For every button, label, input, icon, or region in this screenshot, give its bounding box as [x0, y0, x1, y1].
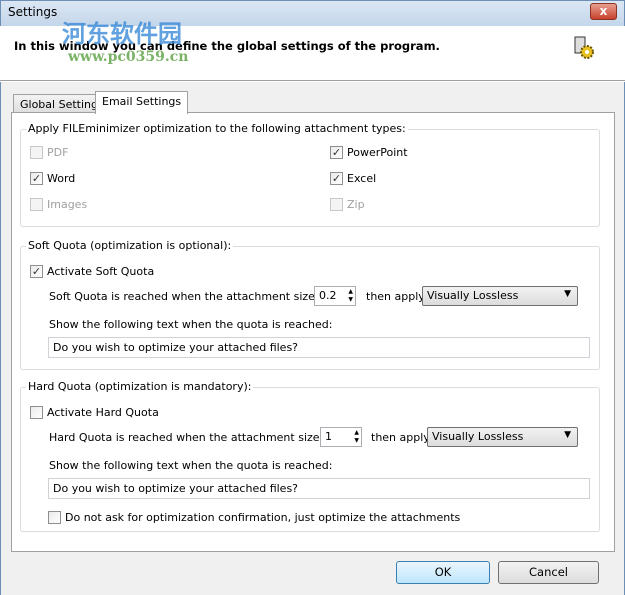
- checkbox-label: Activate Soft Quota: [47, 265, 155, 278]
- no-confirmation-checkbox[interactable]: Do not ask for optimization confirmation…: [48, 511, 460, 524]
- soft-text-input[interactable]: Do you wish to optimize your attached fi…: [48, 337, 590, 358]
- hard-size-spinner[interactable]: 1 ▲ ▼: [320, 427, 362, 447]
- spinner-arrows-icon[interactable]: ▲ ▼: [354, 429, 359, 445]
- ok-button[interactable]: OK: [396, 561, 490, 584]
- soft-text-label: Show the following text when the quota i…: [49, 318, 333, 331]
- hard-method-select[interactable]: Visually Lossless ▼: [427, 427, 578, 447]
- title-bar: [0, 0, 625, 26]
- checkbox-label: Zip: [347, 198, 365, 211]
- images-checkbox[interactable]: Images: [30, 198, 87, 211]
- soft-apply-label: then apply:: [366, 290, 428, 303]
- hard-text-label: Show the following text when the quota i…: [49, 459, 333, 472]
- check-icon: ✓: [30, 265, 43, 278]
- hard-quota-title: Hard Quota (optimization is mandatory):: [26, 380, 254, 393]
- excel-checkbox[interactable]: ✓ Excel: [330, 172, 376, 185]
- check-icon: ✓: [330, 146, 343, 159]
- checkbox-box: [30, 406, 43, 419]
- check-icon: ✓: [30, 172, 43, 185]
- soft-size-label: Soft Quota is reached when the attachmen…: [49, 290, 352, 303]
- checkbox-box: [330, 198, 343, 211]
- check-icon: ✓: [330, 172, 343, 185]
- close-button[interactable]: x: [590, 3, 617, 20]
- select-value: Visually Lossless: [427, 289, 519, 302]
- checkbox-label: Word: [47, 172, 76, 185]
- tab-email-settings[interactable]: Email Settings: [95, 91, 189, 114]
- window-title: Settings: [8, 5, 58, 19]
- spinner-value: 1: [325, 430, 332, 443]
- spinner-arrows-icon[interactable]: ▲ ▼: [348, 288, 353, 304]
- chevron-down-icon: ▼: [564, 430, 571, 440]
- attachment-types-title: Apply FILEminimizer optimization to the …: [26, 122, 408, 135]
- select-value: Visually Lossless: [432, 430, 524, 443]
- hard-size-label: Hard Quota is reached when the attachmen…: [49, 431, 357, 444]
- pdf-checkbox[interactable]: PDF: [30, 146, 68, 159]
- checkbox-box: [48, 511, 61, 524]
- soft-quota-title: Soft Quota (optimization is optional):: [26, 239, 234, 252]
- powerpoint-checkbox[interactable]: ✓ PowerPoint: [330, 146, 408, 159]
- checkbox-label: PowerPoint: [347, 146, 408, 159]
- hard-apply-label: then apply:: [371, 431, 433, 444]
- checkbox-label: Do not ask for optimization confirmation…: [65, 511, 461, 524]
- checkbox-label: Activate Hard Quota: [47, 406, 159, 419]
- activate-hard-quota-checkbox[interactable]: Activate Hard Quota: [30, 406, 159, 419]
- hard-text-input[interactable]: Do you wish to optimize your attached fi…: [48, 478, 590, 499]
- checkbox-box: [30, 146, 43, 159]
- soft-method-select[interactable]: Visually Lossless ▼: [422, 286, 578, 306]
- header: In this window you can define the global…: [0, 26, 625, 81]
- header-description: In this window you can define the global…: [14, 39, 440, 53]
- chevron-down-icon: ▼: [564, 289, 571, 299]
- soft-size-spinner[interactable]: 0.2 ▲ ▼: [314, 286, 356, 306]
- checkbox-box: [30, 198, 43, 211]
- email-settings-panel: Apply FILEminimizer optimization to the …: [11, 112, 615, 552]
- checkbox-label: Images: [47, 198, 88, 211]
- attachment-types-group: [20, 129, 600, 227]
- checkbox-label: PDF: [47, 146, 69, 159]
- cancel-button[interactable]: Cancel: [498, 561, 599, 584]
- word-checkbox[interactable]: ✓ Word: [30, 172, 75, 185]
- settings-gear-icon: [574, 36, 594, 59]
- spinner-value: 0.2: [319, 289, 337, 302]
- activate-soft-quota-checkbox[interactable]: ✓ Activate Soft Quota: [30, 265, 154, 278]
- zip-checkbox[interactable]: Zip: [330, 198, 365, 211]
- checkbox-label: Excel: [347, 172, 377, 185]
